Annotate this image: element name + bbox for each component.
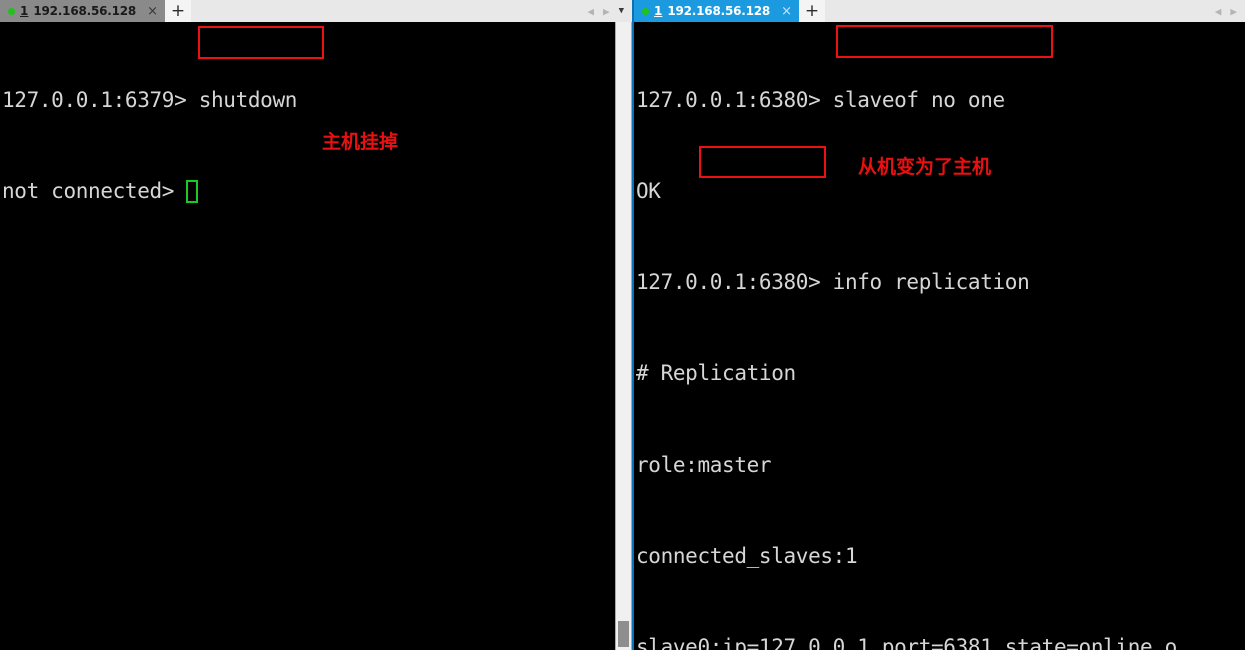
scrollbar-thumb[interactable] xyxy=(617,621,629,647)
right-tab-bar: 1 192.168.56.128 × + ◀ ▶ xyxy=(633,0,1245,22)
chevron-down-icon[interactable]: ▼ xyxy=(619,6,624,16)
connection-status-dot xyxy=(641,7,649,15)
right-tab-192-168-56-128[interactable]: 1 192.168.56.128 × xyxy=(633,0,799,22)
new-tab-button[interactable]: + xyxy=(798,0,825,22)
left-tab-title: 192.168.56.128 xyxy=(33,4,137,18)
terminal-line: role:master xyxy=(635,452,772,477)
left-tab-controls: ◀ ▶ ▼ xyxy=(579,0,632,22)
text-cursor xyxy=(186,180,199,204)
new-tab-button[interactable]: + xyxy=(165,0,191,22)
right-tab-index: 1 xyxy=(653,4,663,18)
right-tab-title: 192.168.56.128 xyxy=(667,4,771,18)
right-annotation-text: 从机变为了主机 xyxy=(857,156,991,178)
scroll-tabs-right-icon[interactable]: ▶ xyxy=(1230,6,1237,17)
terminal-line: 127.0.0.1:6380> slaveof no one xyxy=(635,87,1005,112)
left-tab-bar-filler xyxy=(191,0,580,22)
left-annotation-text: 主机挂掉 xyxy=(322,131,399,153)
scroll-tabs-left-icon[interactable]: ◀ xyxy=(587,6,594,17)
right-tab-controls: ◀ ▶ xyxy=(1206,0,1245,22)
terminal-line: not connected> xyxy=(2,176,615,206)
connection-status-dot xyxy=(8,7,15,15)
left-tab-192-168-56-128[interactable]: 1 192.168.56.128 × xyxy=(0,0,165,22)
left-tab-index: 1 xyxy=(20,4,29,18)
close-icon[interactable]: × xyxy=(147,5,158,18)
close-icon[interactable]: × xyxy=(781,5,792,18)
terminal-line: connected_slaves:1 xyxy=(635,543,858,568)
left-tab-bar: 1 192.168.56.128 × + ◀ ▶ ▼ xyxy=(0,0,632,22)
right-tab-bar-filler xyxy=(824,0,1207,22)
right-terminal-body: 127.0.0.1:6380> slaveof no one OK 127.0.… xyxy=(633,22,1245,650)
right-terminal-pane: 1 192.168.56.128 × + ◀ ▶ 127.0.0.1:6380>… xyxy=(631,0,1245,650)
terminal-prompt: not connected> xyxy=(2,179,187,204)
terminal-app-window: 1 192.168.56.128 × + ◀ ▶ ▼ 127.0.0.1:637… xyxy=(0,0,1245,650)
scroll-tabs-right-icon[interactable]: ▶ xyxy=(603,6,610,17)
terminal-line: OK xyxy=(635,179,661,204)
left-terminal-scrollbar[interactable] xyxy=(614,22,632,650)
terminal-line: 127.0.0.1:6379> shutdown xyxy=(2,87,298,112)
terminal-line: # Replication xyxy=(635,361,796,386)
terminal-line: slave0:ip=127.0.0.1,port=6381,state=onli… xyxy=(635,635,1177,650)
right-terminal-output[interactable]: 127.0.0.1:6380> slaveof no one OK 127.0.… xyxy=(634,22,1245,650)
left-terminal-pane: 1 192.168.56.128 × + ◀ ▶ ▼ 127.0.0.1:637… xyxy=(0,0,632,650)
terminal-line: 127.0.0.1:6380> info replication xyxy=(635,270,1030,295)
left-terminal-output[interactable]: 127.0.0.1:6379> shutdown not connected> xyxy=(0,22,615,650)
left-terminal-body: 127.0.0.1:6379> shutdown not connected> … xyxy=(0,22,632,650)
scroll-tabs-left-icon[interactable]: ◀ xyxy=(1215,6,1222,17)
